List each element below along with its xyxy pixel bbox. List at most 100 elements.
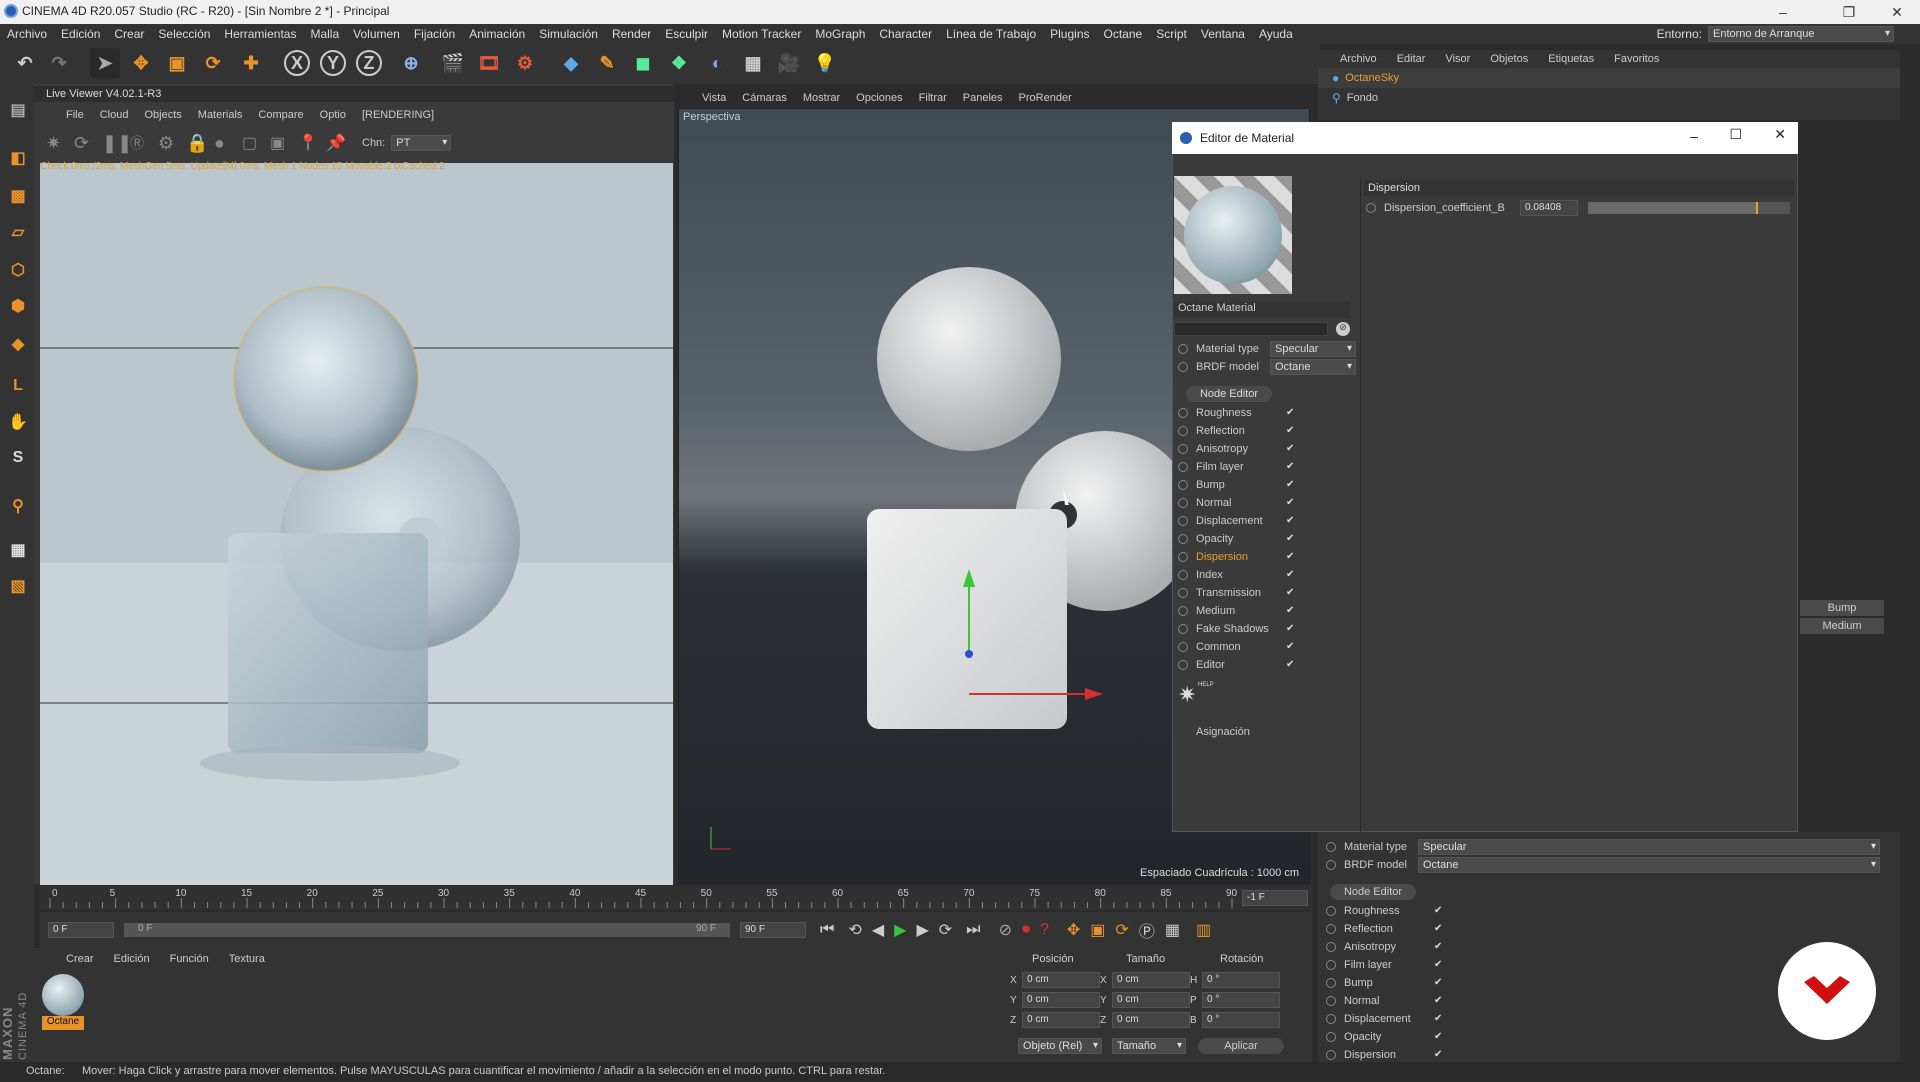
attr-channel-radio-icon[interactable]: [1326, 996, 1336, 1006]
attr-channel-checkbox[interactable]: ✔: [1434, 1014, 1444, 1024]
vp-menu-vista[interactable]: Vista: [702, 92, 726, 104]
attr-channel-radio-icon[interactable]: [1326, 942, 1336, 952]
attr-channel-row-opacity[interactable]: Opacity ✔: [1326, 1028, 1444, 1046]
attr-channel-radio-icon[interactable]: [1326, 960, 1336, 970]
menu-volumen[interactable]: Volumen: [346, 24, 407, 44]
restore-button[interactable]: ❐: [1826, 0, 1872, 24]
channel-radio-icon[interactable]: [1178, 570, 1188, 580]
channel-enable-checkbox[interactable]: ✔: [1286, 570, 1296, 580]
render-picture-icon[interactable]: 🎞: [474, 48, 504, 78]
channel-enable-checkbox[interactable]: ✔: [1286, 588, 1296, 598]
lv-menu-materials[interactable]: Materials: [198, 109, 243, 121]
vp-menu-opciones[interactable]: Opciones: [856, 92, 902, 104]
om-row-fondo[interactable]: ⚲ Fondo: [1318, 88, 1902, 108]
edges-mode-icon[interactable]: ⬢: [4, 292, 32, 320]
cloner-icon[interactable]: ❖: [664, 48, 694, 78]
coords-size-mode-select[interactable]: Tamaño: [1112, 1038, 1186, 1054]
attr-channel-radio-icon[interactable]: [1326, 1014, 1336, 1024]
attr-brdf-select[interactable]: Octane: [1418, 857, 1880, 873]
close-button[interactable]: ✕: [1774, 126, 1786, 143]
channel-enable-checkbox[interactable]: ✔: [1286, 480, 1296, 490]
channel-row-normal[interactable]: Normal ✔: [1178, 494, 1296, 512]
channel-radio-icon[interactable]: [1178, 426, 1188, 436]
make-editable-icon[interactable]: ▤: [4, 96, 32, 124]
attr-channel-radio-icon[interactable]: [1326, 924, 1336, 934]
close-window-button[interactable]: ✕: [1874, 0, 1920, 24]
polygons-mode-icon[interactable]: ◆: [4, 330, 32, 358]
x-axis-lock-button[interactable]: X: [284, 50, 310, 76]
coords-mode-select[interactable]: Objeto (Rel): [1018, 1038, 1102, 1054]
channel-enable-checkbox[interactable]: ✔: [1286, 426, 1296, 436]
render-settings-icon[interactable]: ⚙: [510, 48, 540, 78]
channel-radio-icon[interactable]: [1178, 498, 1188, 508]
channel-enable-checkbox[interactable]: ✔: [1286, 444, 1296, 454]
lock-icon[interactable]: 🔒: [186, 133, 214, 154]
attr-channel-radio-icon[interactable]: [1326, 978, 1336, 988]
attr-channel-checkbox[interactable]: ✔: [1434, 924, 1444, 934]
om-menu-editar[interactable]: Editar: [1397, 53, 1426, 65]
attr-channel-row-displacement[interactable]: Displacement ✔: [1326, 1010, 1444, 1028]
channel-row-dispersion[interactable]: Dispersion ✔: [1178, 548, 1296, 566]
frame-range-slider[interactable]: 0 F 90 F: [124, 923, 730, 937]
select-tool-icon[interactable]: ➤: [90, 48, 120, 78]
menu-crear[interactable]: Crear: [107, 24, 151, 44]
menu-seleccion[interactable]: Selección: [151, 24, 217, 44]
channel-row-anisotropy[interactable]: Anisotropy ✔: [1178, 440, 1296, 458]
deformer-icon[interactable]: ◐: [702, 48, 732, 78]
attr-channel-radio-icon[interactable]: [1326, 906, 1336, 916]
attr-channel-checkbox[interactable]: ✔: [1434, 942, 1444, 952]
menu-mograph[interactable]: MoGraph: [808, 24, 872, 44]
channel-row-editor[interactable]: Editor ✔: [1178, 656, 1296, 674]
attr-channel-row-anisotropy[interactable]: Anisotropy ✔: [1326, 938, 1444, 956]
magnet-icon[interactable]: ⚲: [4, 492, 32, 520]
prev-frame-icon[interactable]: ◀: [872, 920, 884, 940]
channel-row-film-layer[interactable]: Film layer ✔: [1178, 458, 1296, 476]
texture-mode-icon[interactable]: ▩: [4, 182, 32, 210]
material-link-icon[interactable]: ⊘: [1336, 322, 1350, 336]
channel-enable-checkbox[interactable]: ✔: [1286, 498, 1296, 508]
om-menu-archivo[interactable]: Archivo: [1340, 53, 1377, 65]
lv-menu-compare[interactable]: Compare: [258, 109, 303, 121]
octane-send-icon[interactable]: ✷: [46, 133, 74, 154]
menu-character[interactable]: Character: [872, 24, 939, 44]
channel-row-fake-shadows[interactable]: Fake Shadows ✔: [1178, 620, 1296, 638]
position-field[interactable]: 0 cm: [1022, 972, 1100, 988]
y-axis-lock-button[interactable]: Y: [320, 50, 346, 76]
record-keys-icon[interactable]: ⊘: [999, 920, 1012, 940]
timeline-layout-icon[interactable]: ▥: [1196, 920, 1211, 940]
menu-herramientas[interactable]: Herramientas: [217, 24, 303, 44]
channel-enable-checkbox[interactable]: ✔: [1286, 624, 1296, 634]
move-tool-icon[interactable]: ✥: [126, 48, 156, 78]
planar-workplane-icon[interactable]: ▧: [4, 572, 32, 600]
rotate-tool-icon[interactable]: ⟳: [198, 48, 228, 78]
add-object-icon[interactable]: ✚: [236, 48, 266, 78]
material-search-field[interactable]: [1174, 322, 1328, 336]
floor-icon[interactable]: ▦: [738, 48, 768, 78]
apply-button[interactable]: Aplicar: [1198, 1038, 1284, 1054]
lock-workplane-icon[interactable]: ▦: [4, 536, 32, 564]
autokey-icon[interactable]: ⏺: [1022, 921, 1030, 939]
menu-motion-tracker[interactable]: Motion Tracker: [715, 24, 808, 44]
workplane-icon[interactable]: ▱: [4, 218, 32, 246]
attr-channel-checkbox[interactable]: ✔: [1434, 1050, 1444, 1060]
channel-radio-icon[interactable]: [1178, 588, 1188, 598]
material-type-radio-icon[interactable]: [1178, 344, 1188, 354]
next-frame-icon[interactable]: ▶: [916, 920, 928, 940]
points-mode-icon[interactable]: ⬡: [4, 256, 32, 284]
menu-octane[interactable]: Octane: [1097, 24, 1150, 44]
attr-channel-row-normal[interactable]: Normal ✔: [1326, 992, 1444, 1010]
attr-channel-checkbox[interactable]: ✔: [1434, 960, 1444, 970]
timeline-end-field[interactable]: -1 F: [1242, 890, 1308, 906]
channel-row-transmission[interactable]: Transmission ✔: [1178, 584, 1296, 602]
attr-channel-row-bump[interactable]: Bump ✔: [1326, 974, 1444, 992]
attr-channel-checkbox[interactable]: ✔: [1434, 978, 1444, 988]
maximize-button[interactable]: ☐: [1729, 126, 1742, 143]
attr-radio-icon[interactable]: [1326, 860, 1336, 870]
channel-radio-icon[interactable]: [1178, 516, 1188, 526]
subdivision-icon[interactable]: ◼: [628, 48, 658, 78]
redo-icon[interactable]: ↷: [44, 48, 74, 78]
om-menu-etiquetas[interactable]: Etiquetas: [1548, 53, 1594, 65]
restart-render-icon[interactable]: ⟳: [74, 133, 102, 154]
attr-channel-checkbox[interactable]: ✔: [1434, 906, 1444, 916]
om-row-octanesky[interactable]: ● OctaneSky: [1318, 68, 1902, 88]
